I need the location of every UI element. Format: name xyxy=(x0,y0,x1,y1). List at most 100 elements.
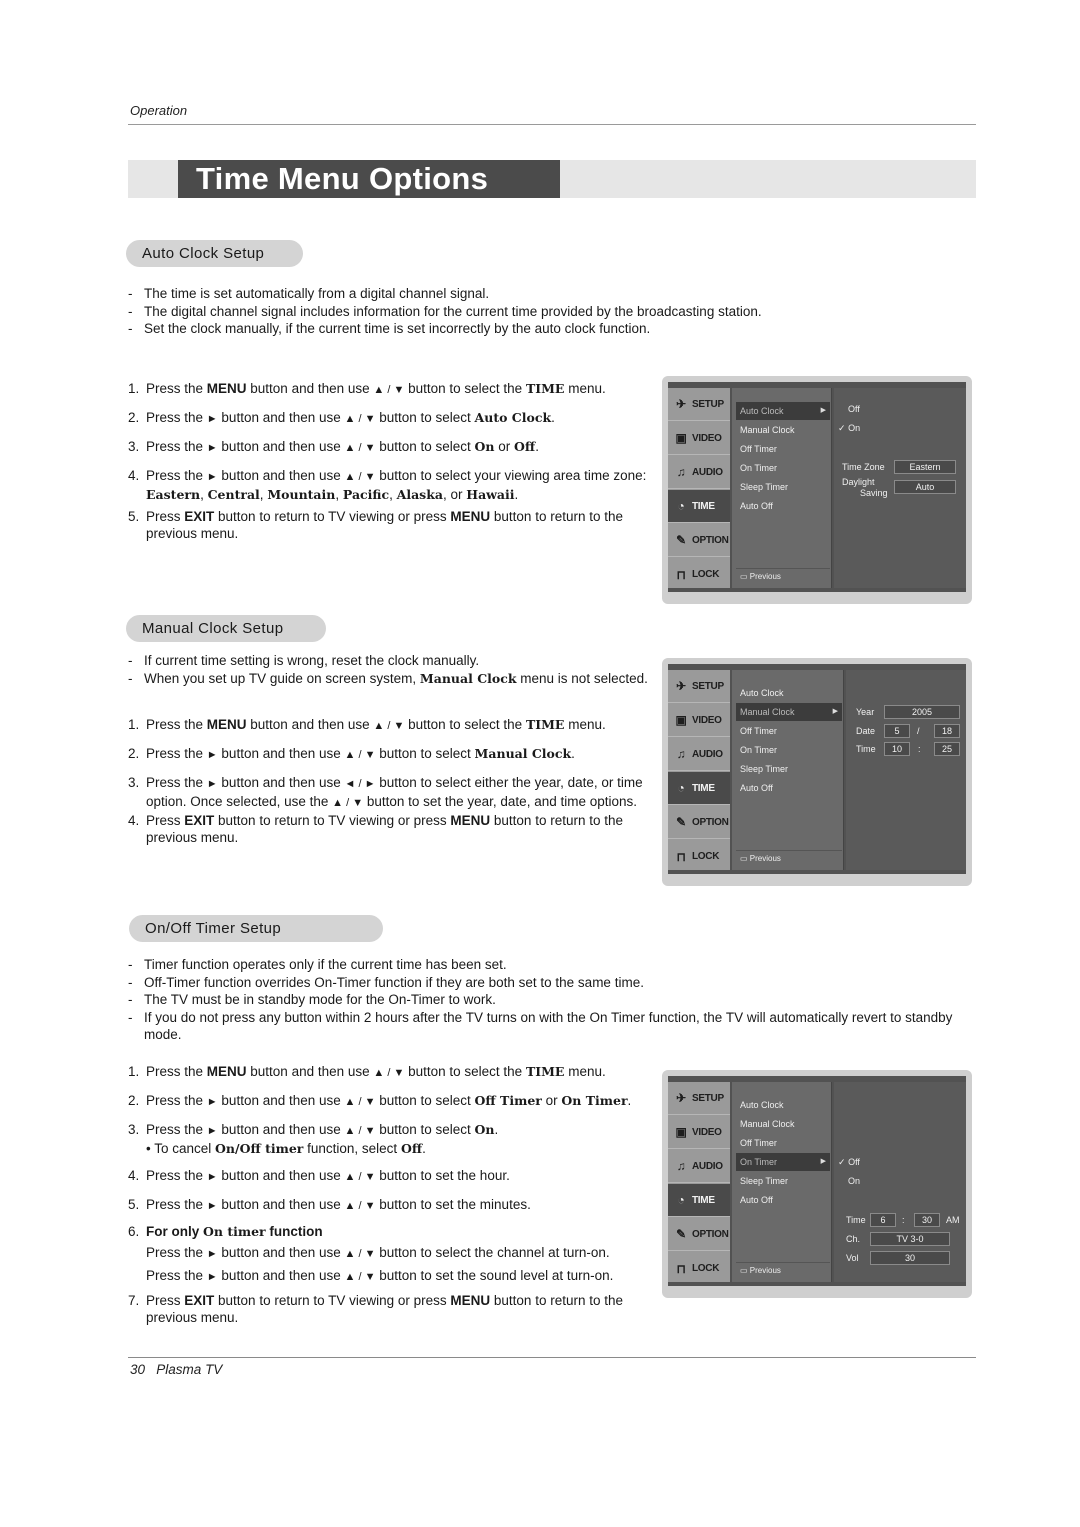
page-number: 30 xyxy=(130,1362,146,1377)
step: 6. For only On timer function Press the ►… xyxy=(128,1224,614,1283)
bullet: The digital channel signal includes info… xyxy=(128,303,978,321)
bullet: If you do not press any button within 2 … xyxy=(128,1009,978,1044)
check-icon: ✓ xyxy=(838,1157,846,1167)
down-arrow-icon: ▼ xyxy=(364,1125,376,1137)
minute-field: 30 xyxy=(914,1213,940,1227)
clock-icon: ◔ xyxy=(677,1193,685,1207)
sidebar-item-lock: ⊓ LOCK xyxy=(668,558,730,591)
sidebar-item-setup: ✈ SETUP xyxy=(668,1082,730,1115)
sidebar-item-setup: ✈ SETUP xyxy=(668,388,730,421)
menu-item-off-timer: Off Timer xyxy=(740,444,777,454)
menu-item-list: Auto Clock Manual Clock Off Timer On Tim… xyxy=(732,1082,832,1282)
footer-divider xyxy=(128,1357,976,1358)
menu-item-sleep-timer: Sleep Timer xyxy=(740,1176,789,1186)
step: 5. Press EXIT button to return to TV view… xyxy=(128,509,623,541)
up-arrow-icon: ▲ xyxy=(344,442,356,454)
step: 5. Press the ► button and then use ▲ / ▼ … xyxy=(128,1197,531,1212)
menu-item-auto-clock: Auto Clock xyxy=(740,688,784,698)
channel-field: TV 3-0 xyxy=(870,1232,950,1246)
cancel-note: • To cancel On/Off timer function, selec… xyxy=(146,1141,426,1156)
speaker-icon: ♫ xyxy=(676,465,686,479)
auto-clock-menu-screenshot: ✈ SETUP ▣ VIDEO ♫ AUDIO ◔ TIME ✎ OPTION ⊓ LOCK… xyxy=(662,376,972,604)
menu-item-manual-clock: Manual Clock ▶ xyxy=(736,703,842,721)
step: 2. Press the ► button and then use ▲ / ▼ … xyxy=(128,1093,632,1108)
bullet: If current time setting is wrong, reset … xyxy=(128,652,648,670)
menu-item-auto-clock: Auto Clock ▶ xyxy=(736,402,830,420)
clock-icon: ◔ xyxy=(677,499,685,513)
sidebar-item-audio: ♫ AUDIO xyxy=(668,1150,730,1183)
speaker-icon: ♫ xyxy=(676,747,686,761)
up-arrow-icon: ▲ xyxy=(344,1200,356,1212)
menu-item-auto-off: Auto Off xyxy=(740,1195,773,1205)
down-arrow-icon: ▼ xyxy=(393,720,405,732)
page-footer: 30 Plasma TV xyxy=(130,1361,222,1378)
time-zone-label: Time Zone xyxy=(842,462,885,472)
date-separator: / xyxy=(917,726,920,736)
menu-item-manual-clock: Manual Clock xyxy=(740,425,795,435)
date-month-field: 5 xyxy=(884,724,910,738)
up-arrow-icon: ▲ xyxy=(344,1096,356,1108)
option-off: Off xyxy=(848,404,860,414)
bullet: Off-Timer function overrides On-Timer fu… xyxy=(128,974,978,992)
clock-icon: ◔ xyxy=(677,781,685,795)
menu-sidebar: ✈ SETUP ▣ VIDEO ♫ AUDIO ◔ TIME ✎ OPTION ⊓ LOCK xyxy=(668,1082,730,1282)
step: 7. Press EXIT button to return to TV view… xyxy=(128,1293,623,1325)
step: 1. Press the MENU button and then use ▲ /… xyxy=(128,1064,606,1079)
right-arrow-icon: ► xyxy=(206,413,218,425)
menu-item-sleep-timer: Sleep Timer xyxy=(740,764,789,774)
menu-item-auto-off: Auto Off xyxy=(740,501,773,511)
menu-item-manual-clock: Manual Clock xyxy=(740,1119,795,1129)
screen-icon: ▣ xyxy=(675,1125,687,1139)
sidebar-item-video: ▣ VIDEO xyxy=(668,422,730,455)
right-arrow-icon: ► xyxy=(364,778,376,790)
sidebar-item-time: ◔ TIME xyxy=(668,772,730,805)
manual-clock-steps: 1. Press the MENU button and then use ▲ /… xyxy=(128,716,658,846)
down-arrow-icon: ▼ xyxy=(393,1067,405,1079)
up-arrow-icon: ▲ xyxy=(344,1271,356,1283)
menu-item-sleep-timer: Sleep Timer xyxy=(740,482,789,492)
screen-icon: ▣ xyxy=(675,431,687,445)
right-arrow-icon: ► xyxy=(206,1171,218,1183)
down-arrow-icon: ▼ xyxy=(364,1271,376,1283)
bullet: The TV must be in standby mode for the O… xyxy=(128,991,978,1009)
step: 4. Press the ► button and then use ▲ / ▼ … xyxy=(128,1168,510,1183)
previous-hint: ▭ Previous xyxy=(736,1262,830,1278)
wrench-icon: ✎ xyxy=(676,1227,686,1241)
menu-item-off-timer: Off Timer xyxy=(740,1138,777,1148)
screen-icon: ▣ xyxy=(675,713,687,727)
right-arrow-icon: ► xyxy=(206,1200,218,1212)
sidebar-item-video: ▣ VIDEO xyxy=(668,1116,730,1149)
up-arrow-icon: ▲ xyxy=(344,1125,356,1137)
previous-hint: ▭ Previous xyxy=(736,568,830,584)
product-name: Plasma TV xyxy=(156,1362,223,1377)
option-on: ✓ On xyxy=(838,423,861,433)
satellite-icon: ✈ xyxy=(676,679,686,693)
speaker-icon: ♫ xyxy=(676,1159,686,1173)
sidebar-item-option: ✎ OPTION xyxy=(668,524,730,557)
sidebar-item-audio: ♫ AUDIO xyxy=(668,456,730,489)
onoff-timer-steps: 1. Press the MENU button and then use ▲ /… xyxy=(128,1063,663,1326)
up-arrow-icon: ▲ xyxy=(332,797,344,809)
up-arrow-icon: ▲ xyxy=(344,471,356,483)
up-arrow-icon: ▲ xyxy=(344,413,356,425)
time-hour-field: 10 xyxy=(884,742,910,756)
sidebar-item-video: ▣ VIDEO xyxy=(668,704,730,737)
satellite-icon: ✈ xyxy=(676,1091,686,1105)
down-arrow-icon: ▼ xyxy=(364,749,376,761)
year-label: Year xyxy=(856,707,875,717)
step: 1. Press the MENU button and then use ▲ /… xyxy=(128,717,606,732)
auto-clock-steps: 1. Press the MENU button and then use ▲ /… xyxy=(128,380,658,542)
option-off: ✓ Off xyxy=(838,1157,860,1167)
hour-field: 6 xyxy=(870,1213,896,1227)
section-header: Operation xyxy=(130,103,188,118)
saving-label: Saving xyxy=(860,488,888,498)
submenu-arrow-icon: ▶ xyxy=(820,1158,826,1165)
up-arrow-icon: ▲ xyxy=(373,384,385,396)
daylight-saving-field: Auto xyxy=(894,480,956,494)
menu-key-icon: ▭ xyxy=(740,572,750,581)
sidebar-item-option: ✎ OPTION xyxy=(668,806,730,839)
manual-clock-bullets: If current time setting is wrong, reset … xyxy=(128,652,648,687)
menu-item-auto-clock: Auto Clock xyxy=(740,1100,784,1110)
sidebar-item-audio: ♫ AUDIO xyxy=(668,738,730,771)
menu-item-list: Auto Clock ▶ Manual Clock Off Timer On Ti… xyxy=(732,388,832,588)
